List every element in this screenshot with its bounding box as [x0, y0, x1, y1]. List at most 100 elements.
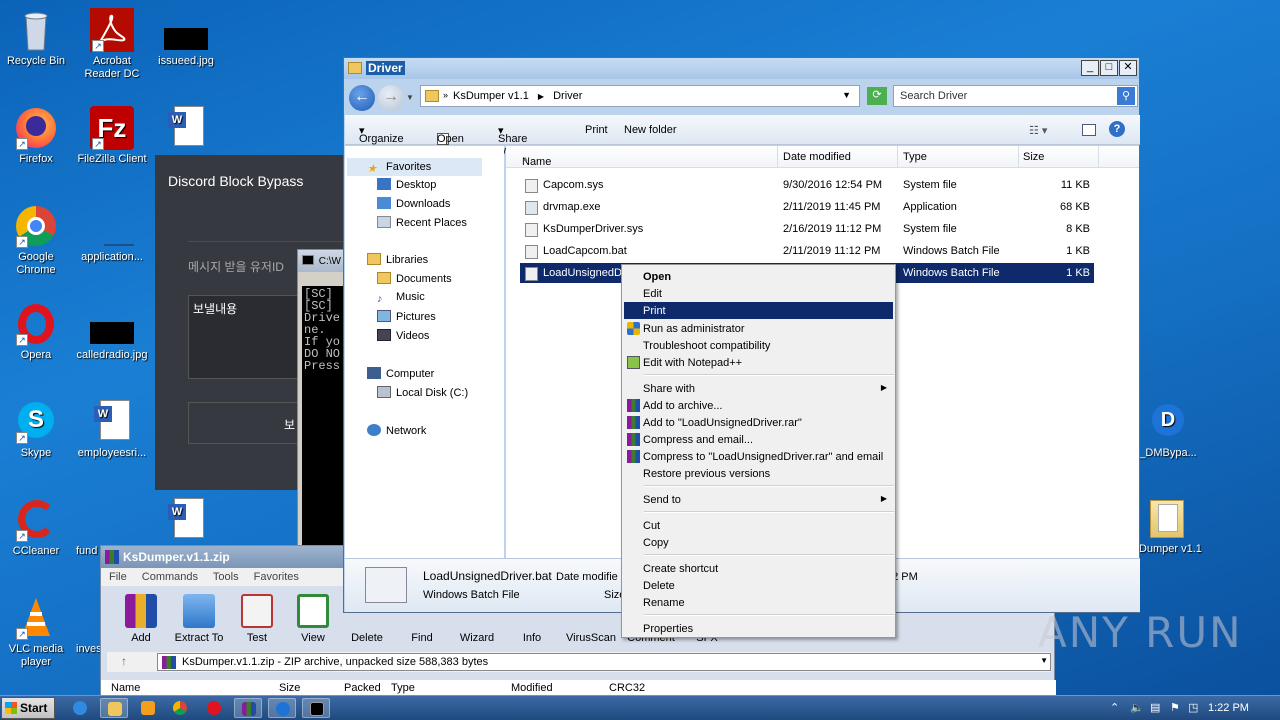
show-hidden-icons-icon[interactable]: ⌃	[1110, 701, 1119, 714]
up-arrow-icon[interactable]: ↑	[121, 654, 127, 668]
taskbar-explorer[interactable]	[100, 698, 128, 718]
nav-videos[interactable]: Videos	[377, 329, 429, 342]
search-icon[interactable]: ⚲	[1117, 87, 1135, 105]
column-modified[interactable]: Modified	[511, 682, 553, 694]
nav-network[interactable]: Network	[367, 424, 426, 437]
desktop-icon-recycle-bin[interactable]: Recycle Bin	[0, 8, 74, 68]
column-name[interactable]: Name	[111, 682, 140, 694]
minimize-button[interactable]: _	[1081, 60, 1099, 76]
menu-item-properties[interactable]: Properties	[624, 620, 893, 637]
menu-item-compress-rar-email[interactable]: Compress to "LoadUnsignedDriver.rar" and…	[624, 448, 893, 465]
view-button[interactable]: View	[285, 594, 341, 644]
desktop-icon-word-doc[interactable]: W	[148, 106, 224, 153]
menu-item-edit[interactable]: Edit	[624, 285, 893, 302]
taskbar-media-player[interactable]	[134, 698, 162, 718]
column-separator[interactable]	[1098, 146, 1099, 168]
column-separator[interactable]	[777, 146, 778, 168]
archive-path-field[interactable]: KsDumper.v1.1.zip - ZIP archive, unpacke…	[157, 653, 1051, 671]
taskbar-winrar[interactable]	[234, 698, 262, 718]
column-type[interactable]: Type	[903, 151, 927, 163]
column-separator[interactable]	[897, 146, 898, 168]
file-row[interactable]: Capcom.sys 9/30/2016 12:54 PM System fil…	[520, 175, 1094, 195]
clock[interactable]: 1:22 PM	[1208, 702, 1249, 714]
back-button[interactable]: ←	[349, 85, 375, 111]
desktop-icon-firefox[interactable]: ↗ Firefox	[0, 106, 74, 166]
chevron-down-icon[interactable]: ▼	[842, 90, 851, 100]
share-with-menu[interactable]: Share with ▾	[498, 124, 527, 157]
file-row[interactable]: LoadCapcom.bat 2/11/2019 11:12 PM Window…	[520, 241, 1094, 261]
desktop-icon-opera[interactable]: ↗ Opera	[0, 302, 74, 362]
forward-button[interactable]: →	[378, 85, 404, 111]
file-row[interactable]: drvmap.exe 2/11/2019 11:45 PM Applicatio…	[520, 197, 1094, 217]
taskbar-dmbypass[interactable]	[268, 698, 296, 718]
menu-item-add-to-rar[interactable]: Add to "LoadUnsignedDriver.rar"	[624, 414, 893, 431]
action-center-icon[interactable]: ◳	[1188, 701, 1198, 714]
desktop-icon-dmbypass[interactable]: D _DMBypa...	[1130, 400, 1206, 460]
desktop-icon-filezilla[interactable]: Fz ↗ FileZilla Client	[74, 106, 150, 166]
menu-item-copy[interactable]: Copy	[624, 534, 893, 551]
maximize-button[interactable]: □	[1100, 60, 1118, 76]
menu-item-restore-versions[interactable]: Restore previous versions	[624, 465, 893, 482]
close-button[interactable]: ✕	[1119, 60, 1137, 76]
desktop-icon-calledradio[interactable]: calledradio.jpg	[74, 302, 150, 362]
extract-to-button[interactable]: Extract To	[171, 594, 227, 644]
breadcrumb-driver[interactable]: Driver	[553, 90, 582, 102]
taskbar-ie[interactable]	[66, 698, 94, 718]
taskbar-opera[interactable]	[200, 698, 228, 718]
window-title-bar[interactable]: Driver _ □ ✕	[344, 58, 1139, 79]
window-title-bar[interactable]: C:\W	[298, 250, 346, 272]
nav-favorites[interactable]: ★ Favorites	[347, 158, 482, 176]
nav-documents[interactable]: Documents	[377, 272, 452, 285]
chevron-right-icon[interactable]: ▶	[538, 92, 544, 101]
menu-item-cut[interactable]: Cut	[624, 517, 893, 534]
menu-item-delete[interactable]: Delete	[624, 577, 893, 594]
command-prompt-window[interactable]: C:\W [SC] [SC] Drive ne. If yo DO NO Pre…	[297, 249, 347, 579]
nav-recent-places[interactable]: Recent Places	[377, 216, 467, 229]
taskbar-chrome[interactable]	[166, 698, 194, 718]
menu-item-send-to[interactable]: Send to ▶	[624, 491, 893, 508]
add-button[interactable]: Add	[113, 594, 169, 644]
chevron-down-icon[interactable]: ▼	[1040, 656, 1048, 665]
desktop-icon-employees[interactable]: W employeesri...	[74, 400, 150, 460]
column-date-modified[interactable]: Date modified	[783, 151, 851, 163]
organize-menu[interactable]: Organize ▾	[359, 124, 404, 145]
network-icon[interactable]: ▤	[1150, 701, 1160, 714]
nav-local-disk[interactable]: Local Disk (C:)	[377, 386, 468, 399]
desktop-icon-word-doc-2[interactable]: W	[148, 498, 224, 545]
new-folder-button[interactable]: New folder	[624, 124, 677, 136]
desktop-icon-chrome[interactable]: ↗ Google Chrome	[0, 204, 74, 277]
menu-item-compress-email[interactable]: Compress and email...	[624, 431, 893, 448]
menu-item-add-to-archive[interactable]: Add to archive...	[624, 397, 893, 414]
column-packed[interactable]: Packed	[344, 682, 381, 694]
nav-desktop[interactable]: Desktop	[377, 178, 436, 191]
preview-pane-icon[interactable]	[1082, 124, 1096, 136]
desktop-icon-application[interactable]: application...	[74, 204, 150, 264]
desktop-icon-acrobat[interactable]: ↗ Acrobat Reader DC	[74, 8, 150, 81]
menu-item-share-with[interactable]: Share with ▶	[624, 380, 893, 397]
nav-libraries[interactable]: Libraries	[367, 253, 428, 266]
desktop-icon-issueed[interactable]: issueed.jpg	[148, 8, 224, 68]
breadcrumb-ksdumper[interactable]: KsDumper v1.1	[453, 90, 529, 102]
nav-computer[interactable]: Computer	[367, 367, 434, 380]
column-separator[interactable]	[1018, 146, 1019, 168]
search-input[interactable]: Search Driver ⚲	[893, 85, 1138, 107]
column-size[interactable]: Size	[279, 682, 300, 694]
volume-icon[interactable]: 🔈	[1130, 701, 1144, 714]
menu-item-troubleshoot[interactable]: Troubleshoot compatibility	[624, 337, 893, 354]
nav-pictures[interactable]: Pictures	[377, 310, 436, 323]
menu-item-open[interactable]: Open	[624, 268, 893, 285]
menu-item-run-as-admin[interactable]: Run as administrator	[624, 320, 893, 337]
menu-commands[interactable]: Commands	[142, 571, 198, 583]
menu-item-create-shortcut[interactable]: Create shortcut	[624, 560, 893, 577]
nav-music[interactable]: ♪ Music	[377, 291, 425, 305]
nav-downloads[interactable]: Downloads	[377, 197, 450, 210]
desktop-icon-vlc[interactable]: ↗ VLC media player	[0, 596, 74, 669]
menu-tools[interactable]: Tools	[213, 571, 239, 583]
user-id-input[interactable]: 메시지 받을 유저ID	[188, 258, 284, 275]
column-size[interactable]: Size	[1023, 151, 1044, 163]
refresh-button[interactable]: ⟳	[867, 87, 887, 105]
chevron-down-icon[interactable]: ▼	[406, 93, 414, 102]
print-button[interactable]: Print	[585, 124, 608, 136]
flag-icon[interactable]: ⚑	[1170, 701, 1180, 714]
menu-item-print[interactable]: Print	[624, 302, 893, 319]
